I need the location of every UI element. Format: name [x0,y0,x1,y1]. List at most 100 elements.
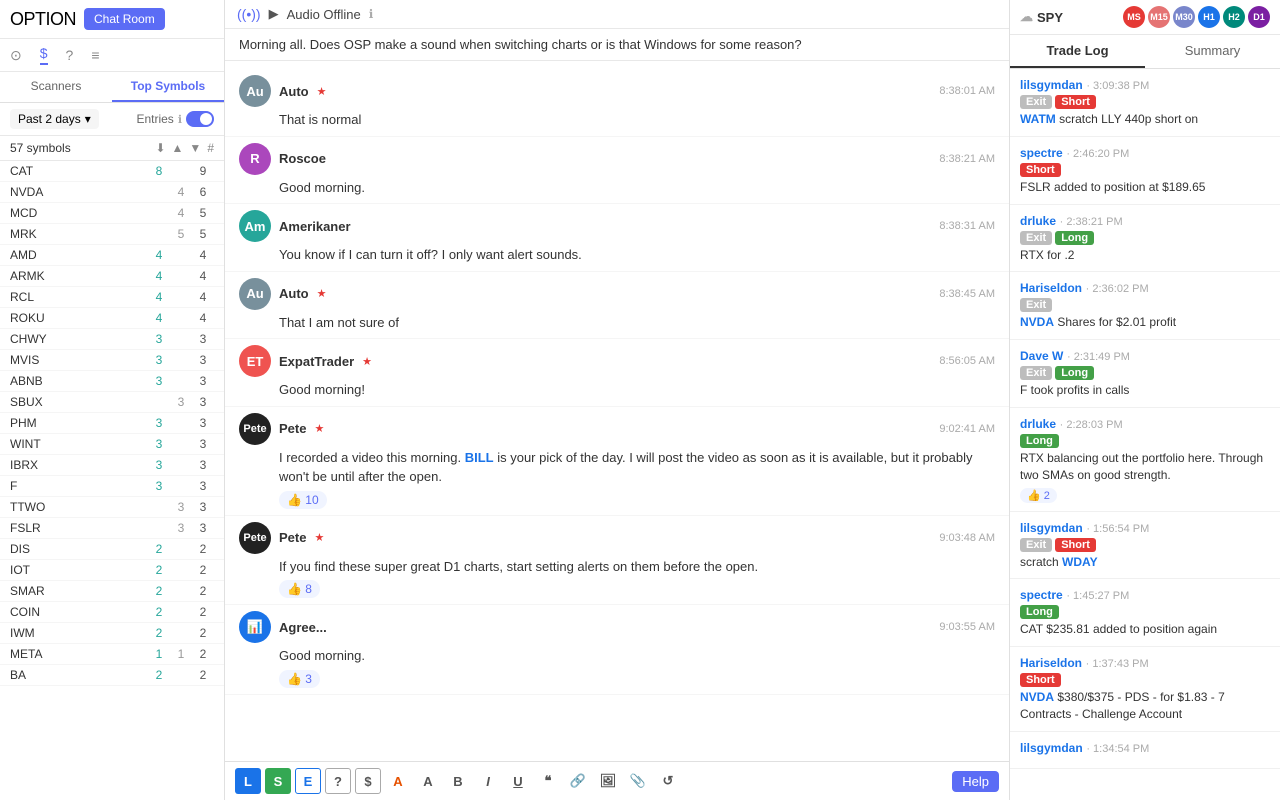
message-header: R Roscoe 8:38:21 AM [239,143,995,175]
scanners-nav-icon[interactable]: ⊙ [10,47,22,64]
toolbar-btn-underline[interactable]: U [505,768,531,794]
toolbar-btn-a[interactable]: A [415,768,441,794]
list-item[interactable]: IOT 2 2 [0,560,224,581]
list-item[interactable]: CHWY 3 3 [0,329,224,350]
list-item[interactable]: IWM 2 2 [0,623,224,644]
toolbar-btn-attach[interactable]: 📎 [625,768,651,794]
toolbar-btn-quote[interactable]: ❝ [535,768,561,794]
toolbar-btn-question[interactable]: ? [325,768,351,794]
message-link[interactable]: BILL [465,450,494,465]
entries-toggle-switch[interactable] [186,111,214,127]
menu-nav-icon[interactable]: ≡ [91,47,99,63]
symbol-name: MVIS [10,353,148,367]
trade-tag-long: Long [1055,366,1094,380]
trade-text: RTX balancing out the portfolio here. Th… [1020,450,1270,484]
symbol-total: 2 [192,647,214,661]
toolbar-btn-bold[interactable]: B [445,768,471,794]
filter-dropdown[interactable]: Past 2 days ▾ [10,109,99,129]
reaction-badge[interactable]: 👍 3 [279,670,320,688]
list-item[interactable]: ROKU 4 4 [0,308,224,329]
trade-user[interactable]: lilsgymdan [1020,78,1083,92]
badge-m15[interactable]: M15 [1148,6,1170,28]
avatar: Au [239,278,271,310]
list-item[interactable]: ABNB 3 3 [0,371,224,392]
list-item[interactable]: TTWO 3 3 [0,497,224,518]
list-item[interactable]: WINT 3 3 [0,434,224,455]
toolbar-btn-s[interactable]: S [265,768,291,794]
trade-user[interactable]: Hariseldon [1020,656,1082,670]
list-item[interactable]: MRK 5 5 [0,224,224,245]
trade-text: WATM scratch LLY 440p short on [1020,111,1270,128]
list-item[interactable]: CAT 8 9 [0,161,224,182]
trade-user[interactable]: Hariseldon [1020,281,1082,295]
toolbar-btn-dollar[interactable]: $ [355,768,381,794]
trade-user[interactable]: drluke [1020,214,1056,228]
list-item[interactable]: META 1 1 2 [0,644,224,665]
toolbar-btn-e[interactable]: E [295,768,321,794]
trade-tags: Short [1020,163,1270,177]
symbol-total: 3 [192,479,214,493]
trade-user[interactable]: lilsgymdan [1020,741,1083,755]
list-item[interactable]: BA 2 2 [0,665,224,686]
trade-user[interactable]: lilsgymdan [1020,521,1083,535]
list-item[interactable]: MCD 4 5 [0,203,224,224]
toolbar-btn-a-orange[interactable]: A [385,768,411,794]
help-button[interactable]: Help [952,771,999,792]
message-username: ExpatTrader [279,354,354,369]
question-nav-icon[interactable]: ? [66,47,74,63]
tab-trade-log[interactable]: Trade Log [1010,35,1145,68]
reaction-badge[interactable]: 👍 10 [279,491,327,509]
tab-scanners[interactable]: Scanners [0,72,112,102]
trade-user[interactable]: spectre [1020,588,1063,602]
list-item[interactable]: IBRX 3 3 [0,455,224,476]
badge-h1[interactable]: H1 [1198,6,1220,28]
avatar: ET [239,345,271,377]
trade-ticker: WDAY [1062,555,1098,569]
list-item[interactable]: ARMK 4 4 [0,266,224,287]
play-icon[interactable]: ▶ [269,6,279,22]
message-block: Am Amerikaner 8:38:31 AM You know if I c… [225,204,1009,272]
avatar: R [239,143,271,175]
badge-d1[interactable]: D1 [1248,6,1270,28]
list-item[interactable]: FSLR 3 3 [0,518,224,539]
list-item[interactable]: COIN 2 2 [0,602,224,623]
badge-h2[interactable]: H2 [1223,6,1245,28]
avatar: Pete [239,522,271,554]
download-icon[interactable]: ⬇ [155,141,165,155]
list-item[interactable]: SBUX 3 3 [0,392,224,413]
trade-user[interactable]: drluke [1020,417,1056,431]
trade-time: · 2:36:02 PM [1086,283,1149,295]
trade-reaction[interactable]: 👍 2 [1020,488,1057,503]
symbol-name: NVDA [10,185,148,199]
dollar-nav-icon[interactable]: $ [40,45,48,65]
toolbar-btn-italic[interactable]: I [475,768,501,794]
toolbar-btn-link[interactable]: 🔗 [565,768,591,794]
right-panel: ☁ SPY MS M15 M30 H1 H2 D1 Trade Log Summ… [1010,0,1280,800]
list-item[interactable]: MVIS 3 3 [0,350,224,371]
list-item[interactable]: PHM 3 3 [0,413,224,434]
tab-top-symbols[interactable]: Top Symbols [112,72,224,102]
trade-user[interactable]: spectre [1020,146,1063,160]
symbol-up-count: 4 [148,248,170,262]
list-item[interactable]: NVDA 4 6 [0,182,224,203]
sort-asc-icon[interactable]: ▲ [172,141,184,155]
list-item[interactable]: F 3 3 [0,476,224,497]
toolbar-btn-l[interactable]: L [235,768,261,794]
toolbar-btn-undo[interactable]: ↺ [655,768,681,794]
trade-item: Hariseldon · 1:37:43 PM Short NVDA $380/… [1010,647,1280,732]
list-item[interactable]: RCL 4 4 [0,287,224,308]
message-header: Au Auto ★ 8:38:01 AM [239,75,995,107]
tab-summary[interactable]: Summary [1145,35,1280,68]
badge-ms[interactable]: MS [1123,6,1145,28]
toolbar-btn-image[interactable]: 🖼 [595,768,621,794]
message-text: If you find these super great D1 charts,… [279,559,758,574]
badge-m30[interactable]: M30 [1173,6,1195,28]
list-item[interactable]: SMAR 2 2 [0,581,224,602]
list-item[interactable]: DIS 2 2 [0,539,224,560]
sort-desc-icon[interactable]: ▼ [189,141,201,155]
reaction-badge[interactable]: 👍 8 [279,580,320,598]
user-badges: MS M15 M30 H1 H2 D1 [1123,6,1270,28]
trade-user[interactable]: Dave W [1020,349,1063,363]
list-item[interactable]: AMD 4 4 [0,245,224,266]
chat-room-button[interactable]: Chat Room [84,8,165,30]
